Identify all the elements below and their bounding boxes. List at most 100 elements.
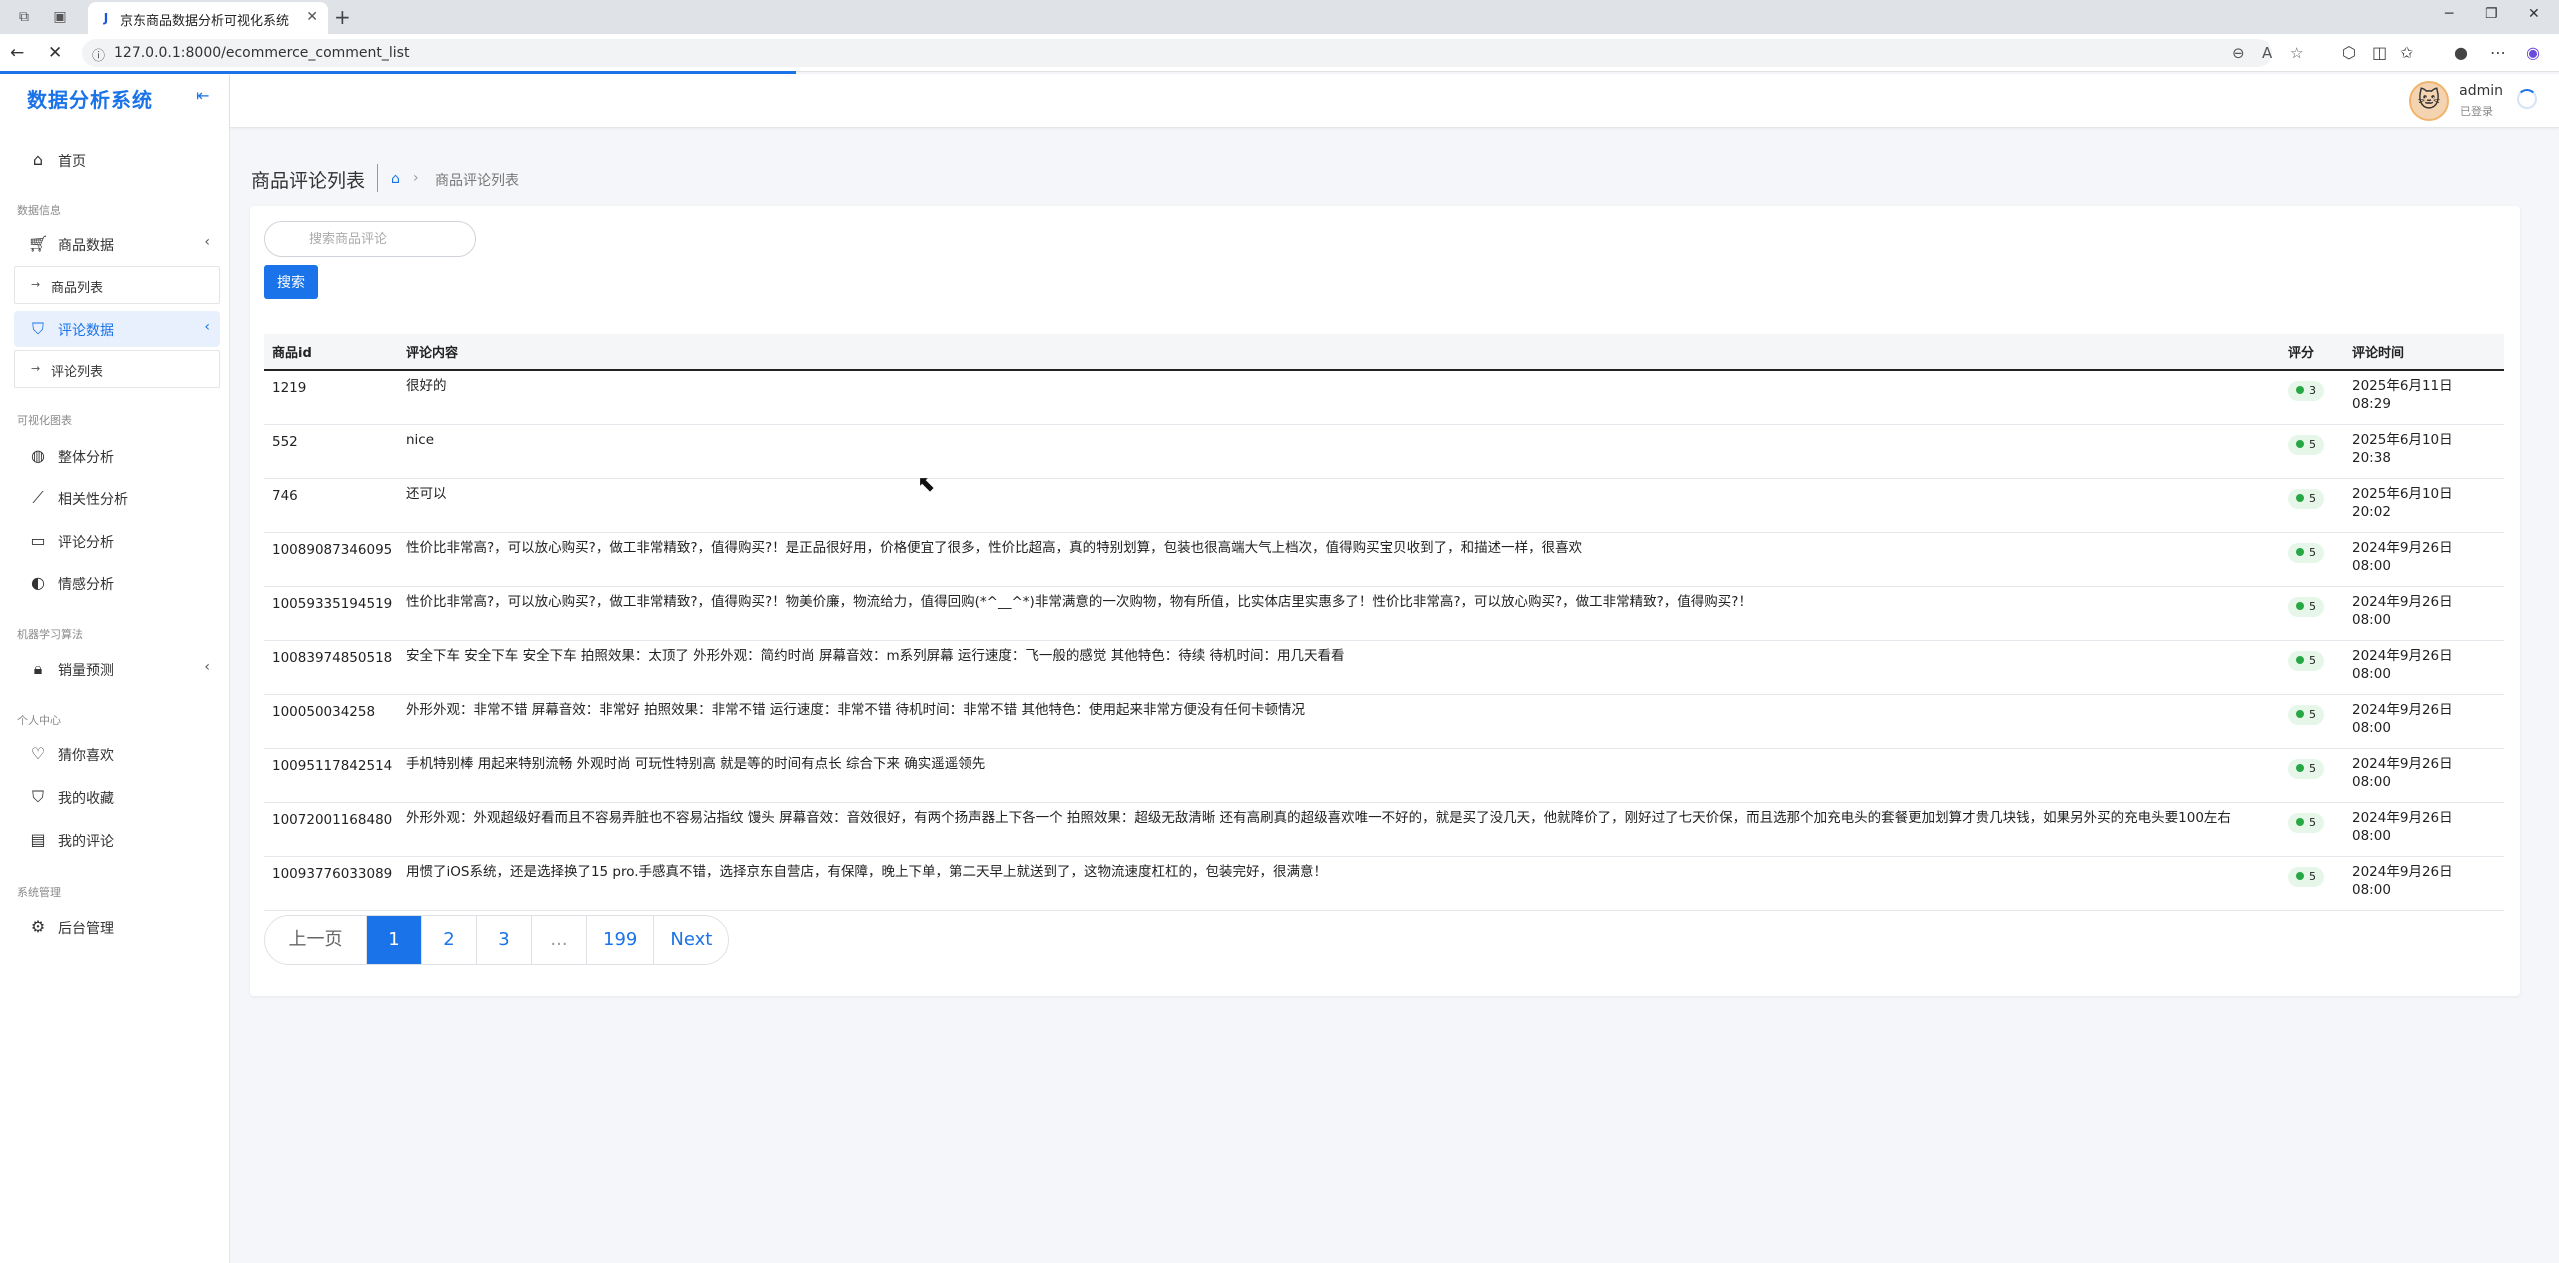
table-row[interactable]: 100050034258 外形外观：非常不错 屏幕音效：非常好 拍照效果：非常不错… [264, 694, 2504, 749]
sidebar-item-label: 猜你喜欢 [58, 748, 114, 764]
site-info-icon[interactable]: ⓘ [92, 45, 105, 64]
cell-comment-content: 用惯了iOS系统，还是选择换了15 pro.手感真不错，选择京东自营店，有保障，… [398, 856, 2280, 911]
sidebar-item-sales-forecast[interactable]: 🔒︎ 销量预测 ‹ [14, 651, 220, 687]
tab-title: 京东商品数据分析可视化系统 [120, 14, 290, 29]
comment-date: 2024年9月26日 [2352, 863, 2453, 880]
table-row[interactable]: 552 nice 5 2025年6月10日 20:38 [264, 424, 2504, 479]
comment-icon: ▤ [30, 830, 46, 849]
sidebar-item-home[interactable]: ⌂ 首页 [14, 142, 220, 178]
table-row[interactable]: 10093776033089 用惯了iOS系统，还是选择换了15 pro.手感真不… [264, 856, 2504, 911]
column-header-product-id[interactable]: 商品id [264, 334, 398, 371]
pagination: 上一页 1 2 3 ... 199 Next [264, 915, 730, 965]
workspaces-icon[interactable]: ⧉ [14, 7, 34, 27]
sidebar-item-product-data[interactable]: 🛒︎ 商品数据 ‹ [14, 226, 220, 262]
page-button-3[interactable]: 3 [476, 916, 531, 964]
sidebar-item-correlation-analysis[interactable]: ⟋ 相关性分析 [14, 480, 220, 516]
status-dot-icon [2296, 655, 2304, 664]
copilot-icon[interactable]: ◉ [2526, 43, 2540, 62]
brand-title: 数据分析系统 [27, 88, 153, 112]
cell-score: 3 [2280, 370, 2344, 425]
chevron-left-icon: ‹ [204, 319, 210, 335]
sidebar-item-comment-analysis[interactable]: ▭ 评论分析 [14, 523, 220, 559]
score-badge: 5 [2288, 758, 2324, 779]
app-header: 🐱︎ admin 已登录 [230, 74, 2559, 128]
yin-yang-icon: ◐ [31, 573, 45, 592]
column-header-time[interactable]: 评论时间 [2344, 334, 2504, 371]
page-ellipsis: ... [531, 916, 586, 964]
tab-close-icon[interactable]: ✕ [306, 9, 318, 25]
table-row[interactable]: 10072001168480 外形外观：外观超级好看而且不容易弄脏也不容易沾指纹 … [264, 802, 2504, 857]
browser-tab-active[interactable]: J 京东商品数据分析可视化系统 ✕ [88, 2, 328, 34]
window-close-icon[interactable]: ✕ [2528, 6, 2540, 22]
browser-address-bar: ← ✕ ⓘ 127.0.0.1:8000/ecommerce_comment_l… [0, 34, 2559, 72]
arrow-right-icon: → [31, 362, 41, 375]
prev-page-button[interactable]: 上一页 [265, 916, 366, 964]
page-button-199[interactable]: 199 [586, 916, 653, 964]
section-title: 可视化图表 [17, 414, 72, 427]
sidebar-subitem-comment-list[interactable]: → 评论列表 [14, 350, 220, 388]
table-row[interactable]: 10059335194519 性价比非常高?，可以放心购买?，做工非常精致?，值得… [264, 586, 2504, 641]
cell-comment-time: 2024年9月26日 08:00 [2344, 802, 2504, 857]
search-button[interactable]: 搜索 [264, 265, 318, 299]
breadcrumb-home-icon[interactable]: ⌂ [391, 171, 400, 187]
comment-date: 2024年9月26日 [2352, 701, 2453, 718]
column-header-content[interactable]: 评论内容 [398, 334, 2280, 371]
cell-comment-time: 2024年9月26日 08:00 [2344, 694, 2504, 749]
next-page-button[interactable]: Next [653, 916, 728, 964]
favorites-icon[interactable]: ✩ [2400, 43, 2413, 62]
sidebar-item-admin[interactable]: ⚙ 后台管理 [14, 909, 220, 945]
cell-comment-time: 2025年6月10日 20:38 [2344, 424, 2504, 479]
arrow-right-icon: → [31, 278, 41, 291]
more-icon[interactable]: ⋯ [2490, 43, 2506, 62]
cell-score: 5 [2280, 640, 2344, 695]
score-badge: 5 [2288, 596, 2324, 617]
user-name[interactable]: admin [2459, 83, 2503, 99]
score-value: 5 [2309, 437, 2316, 451]
page-button-1[interactable]: 1 [366, 916, 421, 964]
sidebar-item-my-comments[interactable]: ▤ 我的评论 [14, 822, 220, 858]
collapse-sidebar-icon[interactable]: ⇤ [196, 86, 209, 105]
sidebar-item-overall-analysis[interactable]: ◍ 整体分析 [14, 438, 220, 474]
score-value: 5 [2309, 761, 2316, 775]
url-field[interactable]: ⓘ 127.0.0.1:8000/ecommerce_comment_list … [82, 39, 2303, 67]
palette-icon: ◍ [31, 446, 45, 465]
comment-time: 08:00 [2352, 611, 2391, 628]
avatar[interactable]: 🐱︎ [2409, 81, 2449, 121]
tab-actions-icon[interactable]: ▣ [50, 7, 70, 27]
profile-icon[interactable]: ● [2454, 43, 2468, 62]
extensions-icon[interactable]: ⬡ [2342, 43, 2356, 62]
sidebar-item-recommendations[interactable]: ♡ 猜你喜欢 [14, 736, 220, 772]
status-dot-icon [2296, 871, 2304, 880]
sidebar-item-my-favorites[interactable]: ⛉ 我的收藏 [14, 779, 220, 815]
comment-date: 2025年6月10日 [2352, 431, 2453, 448]
zoom-icon[interactable]: ⊖ [2232, 44, 2245, 62]
table-row[interactable]: 10089087346095 性价比非常高?，可以放心购买?，做工非常精致?，值得… [264, 532, 2504, 587]
new-tab-icon[interactable]: + [334, 5, 351, 29]
read-aloud-icon[interactable]: A [2262, 44, 2272, 62]
cell-product-id: 1219 [264, 370, 398, 425]
cell-comment-time: 2024年9月26日 08:00 [2344, 640, 2504, 695]
browser-tab-bar: ⧉ ▣ J 京东商品数据分析可视化系统 ✕ + ─ ❐ ✕ [0, 0, 2559, 34]
table-row[interactable]: 10083974850518 安全下车 安全下车 安全下车 拍照效果：太顶了 外形… [264, 640, 2504, 695]
cell-comment-content: 性价比非常高?，可以放心购买?，做工非常精致?，值得购买?！是正品很好用，价格便… [398, 532, 2280, 587]
sidebar-item-sentiment-analysis[interactable]: ◐ 情感分析 [14, 565, 220, 601]
sidebar-subitem-product-list[interactable]: → 商品列表 [14, 266, 220, 304]
table-header-row: 商品id 评论内容 评分 评论时间 [264, 334, 2504, 371]
sidebar-item-comment-data[interactable]: ⛉ 评论数据 ‹ [14, 311, 220, 347]
cell-score: 5 [2280, 532, 2344, 587]
score-badge: 5 [2288, 434, 2324, 455]
split-screen-icon[interactable]: ◫ [2372, 43, 2387, 62]
favorite-star-icon[interactable]: ☆ [2290, 44, 2303, 62]
back-icon[interactable]: ← [10, 43, 24, 63]
search-input[interactable] [264, 221, 476, 257]
score-badge: 5 [2288, 650, 2324, 671]
stop-loading-icon[interactable]: ✕ [48, 43, 62, 63]
page-button-2[interactable]: 2 [421, 916, 476, 964]
table-row[interactable]: 746 还可以 5 2025年6月10日 20:02 [264, 478, 2504, 533]
table-row[interactable]: 1219 很好的 3 2025年6月11日 08:29 [264, 370, 2504, 425]
restore-icon[interactable]: ❐ [2485, 6, 2498, 22]
table-row[interactable]: 10095117842514 手机特别棒 用起来特别流畅 外观时尚 可玩性特别高 … [264, 748, 2504, 803]
url-text[interactable]: 127.0.0.1:8000/ecommerce_comment_list [114, 45, 409, 61]
minimize-icon[interactable]: ─ [2445, 6, 2453, 22]
column-header-score[interactable]: 评分 [2280, 334, 2344, 371]
